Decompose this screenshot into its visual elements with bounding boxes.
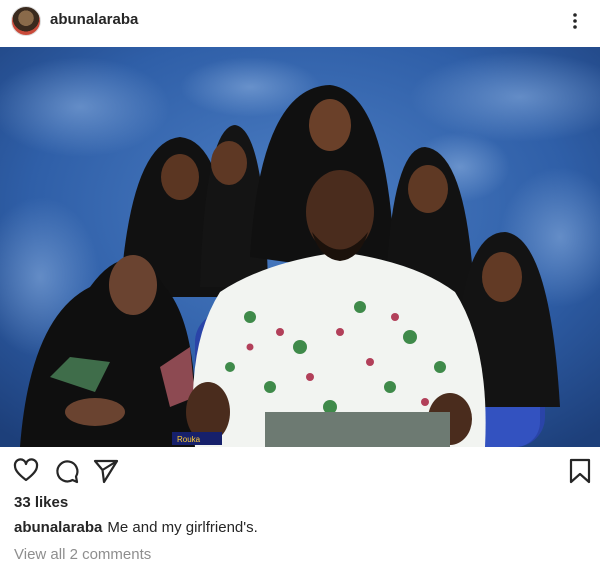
post-header: abunalaraba [0, 0, 600, 44]
post-username[interactable]: abunalaraba [50, 11, 138, 28]
likes-count[interactable]: 33 likes [14, 494, 68, 511]
heart-icon[interactable] [12, 457, 40, 485]
photo-corner-text: Rouka [177, 435, 201, 444]
view-comments-link[interactable]: View all 2 comments [14, 546, 151, 563]
avatar[interactable] [11, 6, 41, 36]
more-options-icon[interactable] [567, 11, 583, 31]
comment-bubble-icon[interactable] [52, 457, 80, 485]
post-photo[interactable]: Rouka [0, 47, 600, 447]
caption-text: Me and my girlfriend's. [107, 519, 258, 536]
bookmark-icon[interactable] [566, 457, 594, 485]
post-caption: abunalaraba Me and my girlfriend's. [14, 519, 258, 536]
action-bar [0, 455, 600, 487]
paper-plane-icon[interactable] [92, 457, 120, 485]
caption-username[interactable]: abunalaraba [14, 519, 102, 536]
